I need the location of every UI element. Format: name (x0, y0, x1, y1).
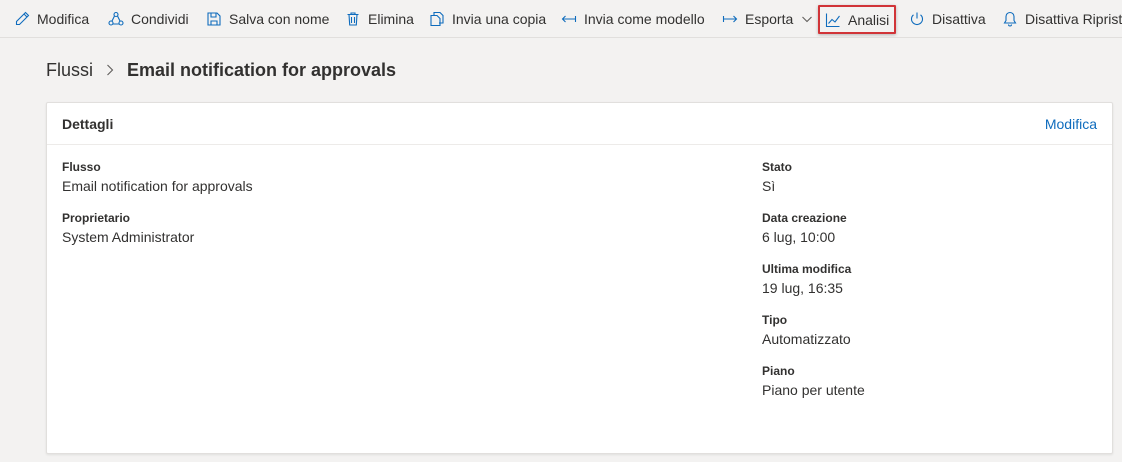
arrow-left-icon (561, 11, 577, 27)
delete-button[interactable]: Elimina (345, 0, 414, 37)
power-icon (909, 11, 925, 27)
details-card-title: Dettagli (62, 115, 114, 132)
field-plan: Piano Piano per utente (762, 364, 865, 400)
details-edit-link[interactable]: Modifica (1045, 116, 1097, 132)
bell-icon (1002, 11, 1018, 27)
command-bar: Modifica Condividi Salva con nome Elimin… (0, 0, 1122, 38)
field-value: 19 lug, 16:35 (762, 280, 843, 296)
field-value: Sì (762, 178, 776, 194)
field-value: Email notification for approvals (62, 178, 253, 194)
field-label: Proprietario (62, 211, 131, 225)
arrow-right-icon (722, 11, 738, 27)
details-right-column: Stato Sì Data creazione 6 lug, 10:00 Ult… (762, 160, 865, 415)
details-card-header: Dettagli Modifica (47, 103, 1112, 145)
send-copy-button[interactable]: Invia una copia (429, 0, 546, 37)
chart-icon (825, 12, 841, 28)
save-as-icon (206, 11, 222, 27)
save-as-button[interactable]: Salva con nome (206, 0, 329, 37)
field-modified: Ultima modifica 19 lug, 16:35 (762, 262, 865, 298)
copy-icon (429, 11, 445, 27)
field-type: Tipo Automatizzato (762, 313, 865, 349)
field-value: Automatizzato (762, 331, 851, 347)
turn-off-suspension-button[interactable]: Disattiva Ripristi (1002, 0, 1122, 37)
details-card: Dettagli Modifica Flusso Email notificat… (46, 102, 1113, 454)
turn-off-button[interactable]: Disattiva (909, 0, 986, 37)
chevron-right-icon (103, 63, 117, 77)
field-label: Ultima modifica (762, 262, 852, 276)
send-as-template-button[interactable]: Invia come modello (561, 0, 705, 37)
analytics-button[interactable]: Analisi (818, 5, 897, 34)
field-flow: Flusso Email notification for approvals (62, 160, 253, 196)
breadcrumb-root-link[interactable]: Flussi (46, 60, 93, 81)
share-button[interactable]: Condividi (108, 0, 189, 37)
edit-button[interactable]: Modifica (14, 0, 89, 37)
field-created: Data creazione 6 lug, 10:00 (762, 211, 865, 247)
pencil-icon (14, 11, 30, 27)
export-button[interactable]: Esporta (722, 0, 813, 37)
field-value: Piano per utente (762, 382, 865, 398)
field-label: Flusso (62, 160, 101, 174)
send-as-template-button-label: Invia come modello (584, 10, 705, 27)
turn-off-button-label: Disattiva (932, 10, 986, 27)
page-title: Email notification for approvals (127, 59, 397, 80)
share-button-label: Condividi (131, 10, 189, 27)
analytics-button-label: Analisi (848, 11, 890, 28)
field-value: 6 lug, 10:00 (762, 229, 836, 245)
field-value: System Administrator (62, 229, 195, 245)
field-label: Tipo (762, 313, 788, 327)
field-owner: Proprietario System Administrator (62, 211, 253, 247)
share-icon (108, 11, 124, 27)
edit-button-label: Modifica (37, 10, 90, 27)
send-copy-button-label: Invia una copia (452, 10, 547, 27)
field-label: Stato (762, 160, 792, 174)
details-left-column: Flusso Email notification for approvals … (62, 160, 253, 262)
field-status: Stato Sì (762, 160, 865, 196)
field-label: Piano (762, 364, 795, 378)
export-button-label: Esporta (745, 10, 794, 27)
field-label: Data creazione (762, 211, 847, 225)
breadcrumb: Flussi Email notification for approvals (46, 58, 396, 82)
save-as-button-label: Salva con nome (229, 10, 330, 27)
turn-off-suspension-button-label: Disattiva Ripristi (1025, 10, 1122, 27)
chevron-down-icon (801, 13, 813, 25)
trash-icon (345, 11, 361, 27)
delete-button-label: Elimina (368, 10, 414, 27)
